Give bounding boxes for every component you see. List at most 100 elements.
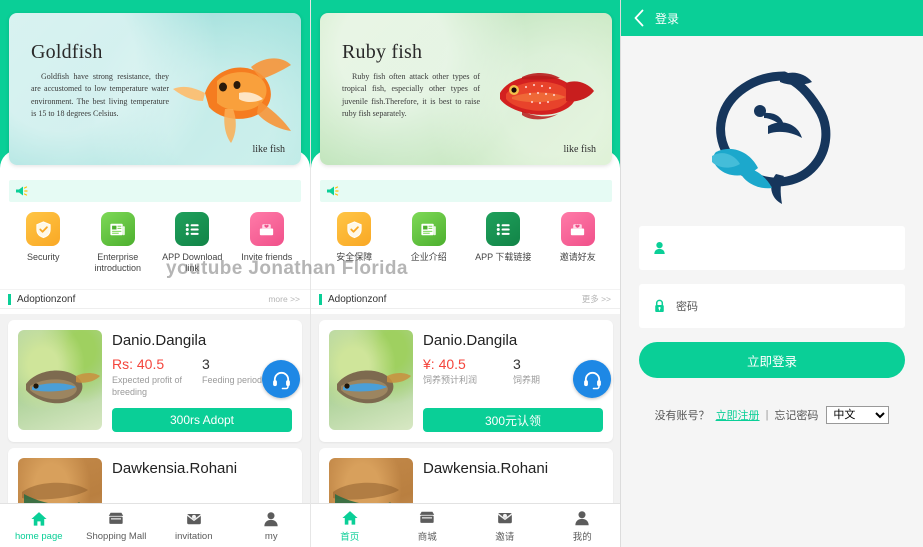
product-adopt-button[interactable]: 300元认领 <box>423 408 603 432</box>
store-icon <box>78 510 156 529</box>
product-name: Danio.Dangila <box>423 332 518 349</box>
home-icon <box>311 508 389 527</box>
quick-link-invite-friends[interactable]: Invite friends <box>232 212 302 275</box>
footer-separator: | <box>765 409 769 421</box>
app-screen: Goldfish Goldfish have strong resistance… <box>0 0 923 547</box>
product-thumbnail <box>329 458 413 503</box>
product-thumbnail <box>18 458 102 503</box>
tab-label: 首页 <box>340 532 360 543</box>
quick-link-label: APP 下载链接 <box>475 252 532 262</box>
quick-link-label: 安全保障 <box>336 252 373 262</box>
list-icon <box>486 212 521 246</box>
home-icon <box>0 510 78 529</box>
product-card[interactable]: Danio.Dangila Rs: 40.5 Expected profit o… <box>8 320 302 442</box>
section-accent-bar <box>319 293 322 305</box>
quick-link-enterprise-introduction[interactable]: 企业介绍 <box>394 212 464 263</box>
tab-label: 我的 <box>572 532 592 543</box>
quick-link-security[interactable]: Security <box>8 212 78 275</box>
fish-logo-icon <box>712 71 831 204</box>
customer-support-button[interactable] <box>573 360 611 398</box>
login-header: 登录 <box>621 0 923 36</box>
section-accent-bar <box>8 293 11 305</box>
product-name: Danio.Dangila <box>112 332 207 349</box>
bottom-tabbar: home page Shopping Mall invitation my <box>0 503 310 547</box>
forgot-password-link[interactable]: 忘记密码 <box>774 407 818 423</box>
product-info: Danio.Dangila Rs: 40.5 Expected profit o… <box>112 330 300 432</box>
back-chevron-icon[interactable] <box>633 9 645 27</box>
announcement-bar[interactable] <box>9 180 301 202</box>
product-price-caption: Expected profit of breeding <box>112 375 183 397</box>
quick-link-app-download[interactable]: APP Download link <box>157 212 227 275</box>
customer-support-button[interactable] <box>262 360 300 398</box>
news-icon <box>411 212 446 246</box>
mobile-panel-chinese: Ruby fish Ruby fish often attack other t… <box>310 0 620 547</box>
tab-label: invitation <box>175 530 213 542</box>
quick-link-label: 企业介绍 <box>410 252 447 262</box>
quick-link-label: 邀请好友 <box>559 252 596 262</box>
no-account-text: 没有账号？ <box>654 410 710 422</box>
login-title: 登录 <box>655 11 680 26</box>
mobile-panel-english: Goldfish Goldfish have strong resistance… <box>0 0 310 547</box>
product-info: Danio.Dangila ¥: 40.5 饲养预计利润 3 饲养期 300元认… <box>423 330 611 432</box>
goldfish-illustration <box>173 58 291 143</box>
envelope-icon <box>466 508 544 527</box>
product-price: ¥: 40.5 <box>423 356 466 372</box>
banner-like-label: like fish <box>563 144 597 155</box>
megaphone-icon <box>16 186 28 196</box>
tab-invitation[interactable]: 邀请 <box>466 508 544 543</box>
tab-my[interactable]: my <box>233 510 311 542</box>
quick-link-app-download[interactable]: APP 下载链接 <box>468 212 538 263</box>
tab-invitation[interactable]: invitation <box>155 510 233 542</box>
tab-label: 商城 <box>417 532 437 543</box>
product-adopt-button[interactable]: 300rs Adopt <box>112 408 292 432</box>
section-more-link[interactable]: more >> <box>268 294 300 304</box>
banner-like-label: like fish <box>252 144 286 155</box>
login-submit-button[interactable]: 立即登录 <box>639 342 905 378</box>
product-thumbnail <box>329 330 413 430</box>
quick-link-label: APP Download link <box>162 252 223 274</box>
password-field[interactable]: 密码 <box>639 284 905 328</box>
product-card[interactable]: Dawkensia.Rohani <box>8 448 302 503</box>
username-field[interactable] <box>639 226 905 270</box>
quick-link-invite-friends[interactable]: 邀请好友 <box>543 212 613 263</box>
product-price: Rs: 40.5 <box>112 356 165 372</box>
quick-link-security[interactable]: 安全保障 <box>319 212 389 263</box>
product-info: Dawkensia.Rohani <box>112 458 292 503</box>
invite-icon <box>249 212 284 246</box>
lock-icon <box>655 299 664 313</box>
product-list[interactable]: Danio.Dangila Rs: 40.5 Expected profit o… <box>0 314 310 503</box>
store-icon <box>389 508 467 527</box>
announcement-bar[interactable] <box>320 180 612 202</box>
tab-shopping-mall[interactable]: Shopping Mall <box>78 510 156 542</box>
quick-link-label: Invite friends <box>241 252 293 262</box>
tab-label: Shopping Mall <box>86 530 147 542</box>
quick-link-enterprise-introduction[interactable]: Enterprise introduction <box>83 212 153 275</box>
person-icon <box>544 508 621 527</box>
tab-label: my <box>264 530 278 542</box>
product-list[interactable]: Danio.Dangila ¥: 40.5 饲养预计利润 3 饲养期 300元认… <box>311 314 620 503</box>
quick-links-grid: 安全保障 企业介绍 APP 下载链接 邀请好友 <box>311 212 620 263</box>
banner-title: Goldfish <box>31 41 103 63</box>
product-card[interactable]: Dawkensia.Rohani <box>319 448 613 503</box>
product-name: Dawkensia.Rohani <box>112 460 238 477</box>
tab-shopping-mall[interactable]: 商城 <box>389 508 467 543</box>
tab-my[interactable]: 我的 <box>544 508 621 543</box>
language-select[interactable]: 中文English <box>826 406 890 424</box>
banner-card-rubyfish[interactable]: Ruby fish Ruby fish often attack other t… <box>320 13 612 165</box>
section-title: Adoptionzonf <box>328 293 387 305</box>
news-icon <box>100 212 135 246</box>
megaphone-icon <box>327 186 339 196</box>
product-name: Dawkensia.Rohani <box>423 460 549 477</box>
product-card[interactable]: Danio.Dangila ¥: 40.5 饲养预计利润 3 饲养期 300元认… <box>319 320 613 442</box>
section-more-link[interactable]: 更多 >> <box>582 293 611 305</box>
bottom-tabbar: 首页 商城 邀请 我的 <box>311 503 620 547</box>
section-header-adoption: Adoptionzonf more >> <box>0 289 310 309</box>
section-title: Adoptionzonf <box>17 293 76 305</box>
banner-card-goldfish[interactable]: Goldfish Goldfish have strong resistance… <box>9 13 301 165</box>
tab-home-page[interactable]: 首页 <box>311 508 389 543</box>
brand-logo <box>621 36 923 226</box>
shield-check-icon <box>26 212 61 246</box>
tab-home-page[interactable]: home page <box>0 510 78 542</box>
quick-links-grid: Security Enterprise introduction APP Dow… <box>0 212 310 275</box>
register-link[interactable]: 立即注册 <box>716 407 760 423</box>
